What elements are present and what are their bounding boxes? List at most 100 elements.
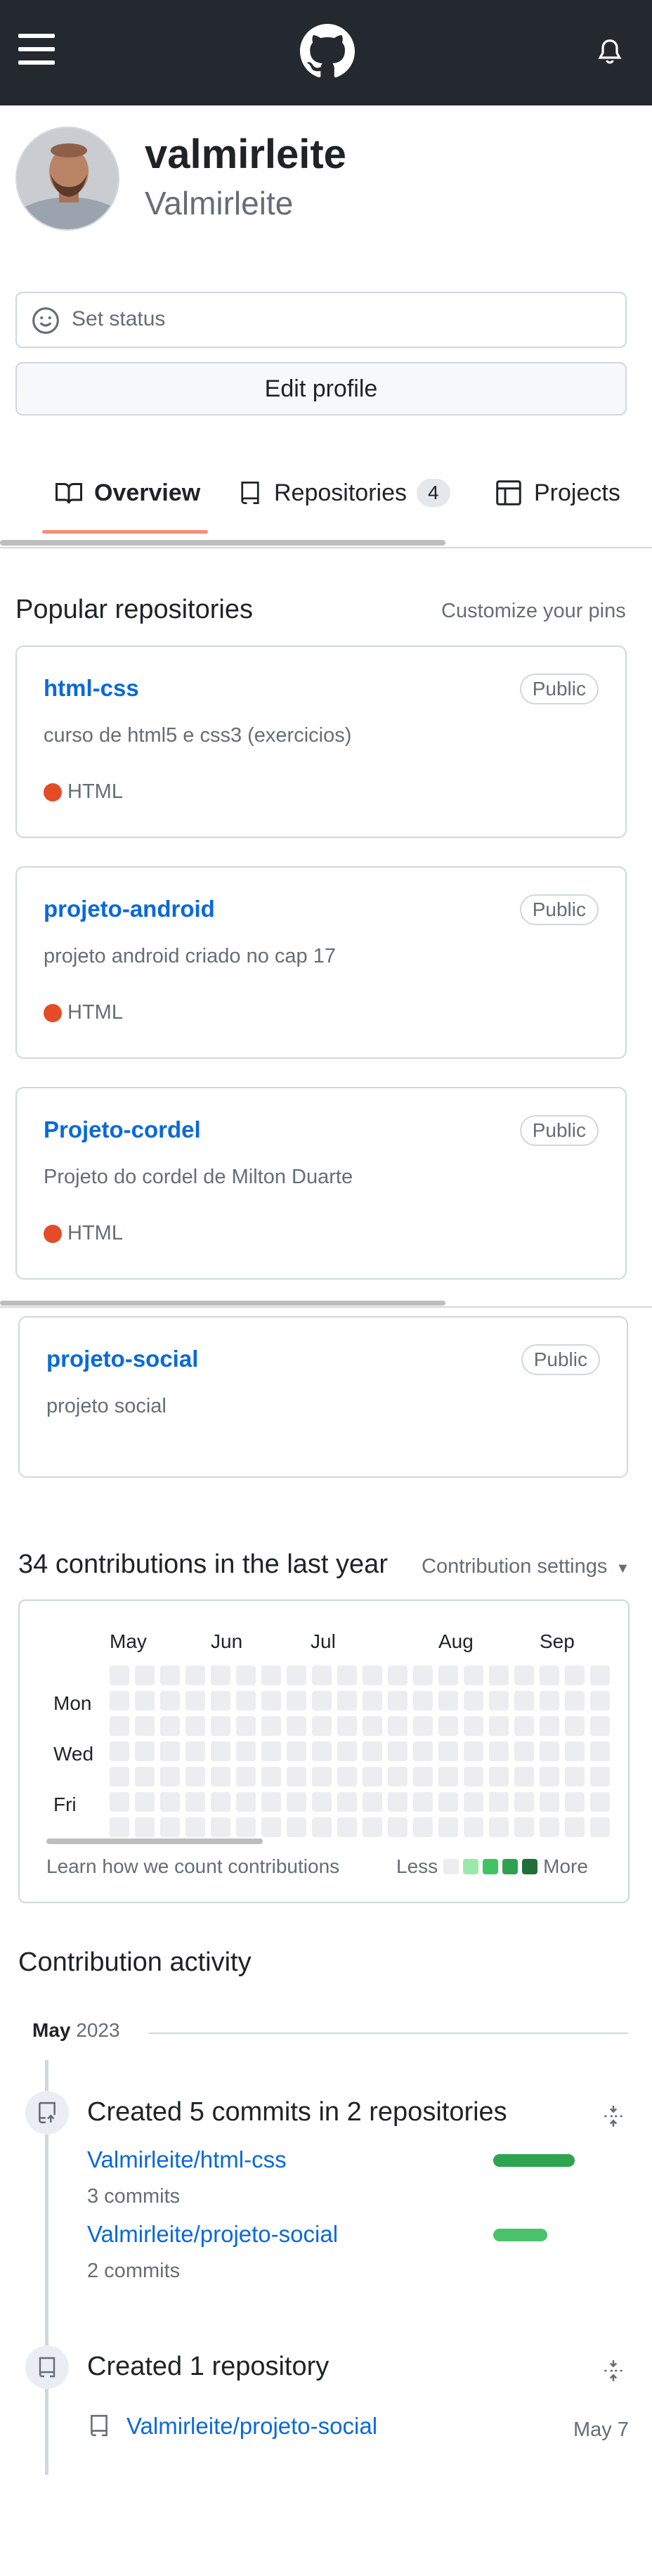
contribution-day-cell[interactable]: [211, 1741, 230, 1761]
contribution-day-cell[interactable]: [185, 1716, 205, 1736]
contribution-day-cell[interactable]: [135, 1817, 155, 1837]
contribution-day-cell[interactable]: [337, 1716, 357, 1736]
avatar[interactable]: [15, 127, 119, 231]
contribution-settings-dropdown[interactable]: Contribution settings ▼: [422, 1555, 630, 1578]
contribution-day-cell[interactable]: [388, 1666, 408, 1685]
contribution-day-cell[interactable]: [337, 1691, 357, 1711]
contribution-day-cell[interactable]: [211, 1691, 230, 1711]
hamburger-icon[interactable]: [18, 34, 55, 65]
tab-projects[interactable]: Projects: [495, 475, 620, 510]
contribution-day-cell[interactable]: [438, 1716, 458, 1736]
contribution-day-cell[interactable]: [489, 1767, 509, 1786]
tabs-scrollbar[interactable]: [0, 540, 445, 546]
contribution-day-cell[interactable]: [236, 1666, 256, 1685]
contribution-day-cell[interactable]: [236, 1792, 256, 1812]
contribution-day-cell[interactable]: [413, 1792, 433, 1812]
tab-overview[interactable]: Overview: [55, 475, 200, 510]
contribution-day-cell[interactable]: [464, 1792, 483, 1812]
contribution-day-cell[interactable]: [160, 1691, 180, 1711]
contribution-day-cell[interactable]: [135, 1691, 155, 1711]
contribution-day-cell[interactable]: [413, 1716, 433, 1736]
contribution-day-cell[interactable]: [590, 1691, 610, 1711]
contribution-day-cell[interactable]: [464, 1767, 483, 1786]
contribution-day-cell[interactable]: [540, 1817, 559, 1837]
contribution-day-cell[interactable]: [160, 1817, 180, 1837]
calendar-scrollbar[interactable]: [46, 1838, 263, 1844]
contribution-day-cell[interactable]: [312, 1666, 332, 1685]
contribution-day-cell[interactable]: [261, 1767, 281, 1786]
contribution-day-cell[interactable]: [287, 1792, 306, 1812]
contribution-day-cell[interactable]: [565, 1666, 585, 1685]
contribution-day-cell[interactable]: [388, 1792, 408, 1812]
contribution-day-cell[interactable]: [565, 1817, 585, 1837]
contribution-day-cell[interactable]: [413, 1767, 433, 1786]
repo-name-link[interactable]: projeto-android: [44, 896, 215, 922]
contribution-day-cell[interactable]: [236, 1716, 256, 1736]
contribution-day-cell[interactable]: [236, 1767, 256, 1786]
commit-count-link[interactable]: 2 commits: [87, 2260, 180, 2283]
contribution-day-cell[interactable]: [185, 1741, 205, 1761]
contribution-day-cell[interactable]: [590, 1767, 610, 1786]
contribution-day-cell[interactable]: [337, 1792, 357, 1812]
fold-icon[interactable]: [601, 2102, 625, 2130]
contribution-day-cell[interactable]: [337, 1741, 357, 1761]
contribution-day-cell[interactable]: [110, 1666, 129, 1685]
contribution-day-cell[interactable]: [337, 1817, 357, 1837]
contribution-day-cell[interactable]: [135, 1716, 155, 1736]
contribution-day-cell[interactable]: [363, 1741, 382, 1761]
contribution-day-cell[interactable]: [489, 1691, 509, 1711]
contribution-day-cell[interactable]: [312, 1817, 332, 1837]
contribution-day-cell[interactable]: [464, 1666, 483, 1685]
contribution-day-cell[interactable]: [185, 1817, 205, 1837]
learn-contributions-link[interactable]: Learn how we count contributions: [46, 1855, 339, 1878]
contribution-day-cell[interactable]: [413, 1817, 433, 1837]
contribution-day-cell[interactable]: [261, 1741, 281, 1761]
contribution-day-cell[interactable]: [514, 1691, 534, 1711]
contribution-day-cell[interactable]: [261, 1666, 281, 1685]
contribution-day-cell[interactable]: [337, 1666, 357, 1685]
contribution-day-cell[interactable]: [388, 1741, 408, 1761]
contribution-day-cell[interactable]: [388, 1691, 408, 1711]
contribution-day-cell[interactable]: [261, 1716, 281, 1736]
customize-pins-link[interactable]: Customize your pins: [441, 600, 626, 623]
contribution-day-cell[interactable]: [388, 1716, 408, 1736]
contribution-day-cell[interactable]: [514, 1792, 534, 1812]
contribution-day-cell[interactable]: [438, 1741, 458, 1761]
contribution-day-cell[interactable]: [185, 1792, 205, 1812]
contribution-day-cell[interactable]: [540, 1792, 559, 1812]
contribution-day-cell[interactable]: [261, 1691, 281, 1711]
contribution-day-cell[interactable]: [211, 1767, 230, 1786]
contribution-day-cell[interactable]: [590, 1666, 610, 1685]
contribution-day-cell[interactable]: [565, 1792, 585, 1812]
contribution-day-cell[interactable]: [438, 1767, 458, 1786]
contribution-day-cell[interactable]: [590, 1817, 610, 1837]
contribution-day-cell[interactable]: [312, 1792, 332, 1812]
contribution-day-cell[interactable]: [312, 1716, 332, 1736]
contribution-day-cell[interactable]: [464, 1716, 483, 1736]
commit-repo-link[interactable]: Valmirleite/projeto-social: [87, 2221, 338, 2248]
fold-icon[interactable]: [601, 2357, 625, 2385]
contribution-day-cell[interactable]: [438, 1792, 458, 1812]
contribution-day-cell[interactable]: [312, 1691, 332, 1711]
contribution-day-cell[interactable]: [160, 1716, 180, 1736]
contribution-day-cell[interactable]: [185, 1767, 205, 1786]
contribution-day-cell[interactable]: [540, 1691, 559, 1711]
contribution-day-cell[interactable]: [363, 1691, 382, 1711]
created-repo-link[interactable]: Valmirleite/projeto-social: [126, 2413, 377, 2440]
contribution-day-cell[interactable]: [211, 1817, 230, 1837]
contribution-day-cell[interactable]: [464, 1817, 483, 1837]
contribution-day-cell[interactable]: [236, 1691, 256, 1711]
contribution-day-cell[interactable]: [211, 1792, 230, 1812]
contribution-day-cell[interactable]: [489, 1817, 509, 1837]
contribution-day-cell[interactable]: [160, 1741, 180, 1761]
pins-scrollbar[interactable]: [0, 1301, 445, 1306]
contribution-day-cell[interactable]: [236, 1817, 256, 1837]
contribution-day-cell[interactable]: [363, 1792, 382, 1812]
contribution-day-cell[interactable]: [312, 1741, 332, 1761]
contribution-day-cell[interactable]: [438, 1666, 458, 1685]
contribution-day-cell[interactable]: [110, 1792, 129, 1812]
contribution-day-cell[interactable]: [287, 1691, 306, 1711]
contribution-day-cell[interactable]: [514, 1716, 534, 1736]
commit-repo-link[interactable]: Valmirleite/html-css: [87, 2146, 287, 2173]
edit-profile-button[interactable]: Edit profile: [15, 362, 627, 416]
